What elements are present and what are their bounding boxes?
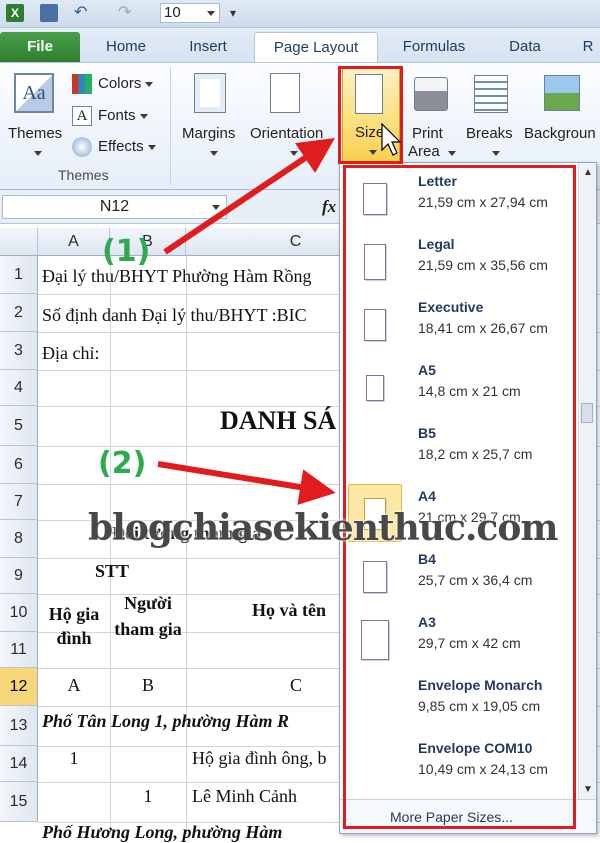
arrow-to-size-button: [163, 137, 335, 255]
watermark-text: blogchiasekienthuc.com: [88, 507, 558, 549]
mouse-cursor-icon: [381, 122, 402, 156]
step-2-label: (2): [98, 446, 147, 481]
step-1-label: (1): [102, 234, 151, 269]
arrow-to-a4: [157, 461, 336, 505]
annotation-arrows: [157, 122, 402, 505]
